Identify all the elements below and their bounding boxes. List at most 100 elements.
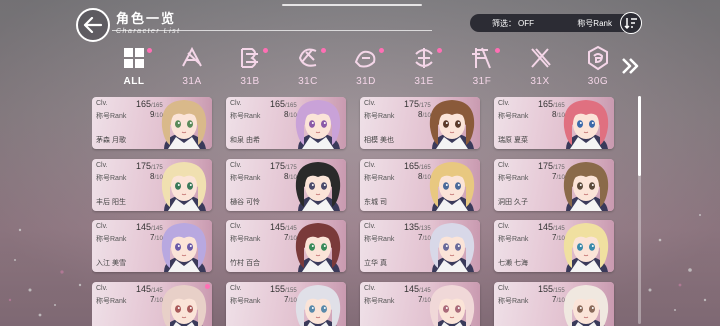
squad-31d-icon <box>352 44 380 72</box>
character-rank: 7/10 <box>150 295 163 304</box>
rank-label: 称号Rank <box>96 236 127 243</box>
character-card[interactable]: Clv. 155/155 称号Rank 7/10 <box>494 282 614 326</box>
clv-label: Clv. <box>230 223 242 230</box>
character-name: 七濑 七海 <box>498 260 528 267</box>
character-card[interactable]: Clv. 175/175 称号Rank 8/10 相模 美也 <box>360 97 480 149</box>
character-rank: 7/10 <box>418 295 431 304</box>
rank-label: 称号Rank <box>498 175 529 182</box>
tab-label: 31A <box>182 76 202 87</box>
character-rank: 8/10 <box>284 172 297 181</box>
squad-31f-icon <box>468 44 496 72</box>
tab-label: 31X <box>530 76 550 87</box>
character-rank: 8/10 <box>150 172 163 181</box>
clv-label: Clv. <box>498 162 510 169</box>
character-card[interactable]: Clv. 175/175 称号Rank 8/10 丰后 阳生 <box>92 159 212 211</box>
character-card[interactable]: Clv. 175/175 称号Rank 8/10 樋谷 可怜 <box>226 159 346 211</box>
clv-label: Clv. <box>498 100 510 107</box>
rank-label: 称号Rank <box>498 236 529 243</box>
tab-label: 31E <box>414 76 434 87</box>
tab-all[interactable]: ALL <box>112 44 156 92</box>
character-rank: 7/10 <box>418 233 431 242</box>
clv-label: Clv. <box>230 100 242 107</box>
character-rank: 7/10 <box>284 295 297 304</box>
tab-31c[interactable]: 31C <box>286 44 330 92</box>
character-rank: 8/10 <box>418 172 431 181</box>
character-card[interactable]: Clv. 145/145 称号Rank 7/10 竹村 百合 <box>226 220 346 272</box>
new-indicator-dot <box>437 48 442 53</box>
clv-label: Clv. <box>364 162 376 169</box>
squad-tabs: ALL 31A 31B 31C 31D 31E 31F 31X 30G <box>112 44 652 94</box>
sort-order-button[interactable] <box>620 12 642 34</box>
tab-31b[interactable]: 31B <box>228 44 272 92</box>
rank-label: 称号Rank <box>96 113 127 120</box>
character-card[interactable]: Clv. 145/145 称号Rank 7/10 <box>360 282 480 326</box>
tab-31d[interactable]: 31D <box>344 44 388 92</box>
character-name: 丰后 阳生 <box>96 199 126 206</box>
clv-label: Clv. <box>96 162 108 169</box>
squad-31a-icon <box>178 44 206 72</box>
character-rank: 7/10 <box>552 172 565 181</box>
character-name: 竹村 百合 <box>230 260 260 267</box>
tab-30g[interactable]: 30G <box>576 44 620 92</box>
character-card[interactable]: Clv. 165/165 称号Rank 9/10 茅森 月歌 <box>92 97 212 149</box>
double-chevron-right-icon <box>622 58 639 74</box>
clv-label: Clv. <box>364 285 376 292</box>
rank-label: 称号Rank <box>364 175 395 182</box>
new-indicator-dot <box>263 48 268 53</box>
rank-label: 称号Rank <box>230 175 261 182</box>
character-level: 145/145 <box>270 222 297 232</box>
character-card[interactable]: Clv. 165/165 称号Rank 8/10 东城 司 <box>360 159 480 211</box>
character-card[interactable]: Clv. 135/135 称号Rank 7/10 立华 真 <box>360 220 480 272</box>
squad-31x-icon <box>526 44 554 72</box>
tab-31a[interactable]: 31A <box>170 44 214 92</box>
new-indicator-dot <box>205 284 210 289</box>
character-level: 145/145 <box>136 222 163 232</box>
new-indicator-dot <box>147 48 152 53</box>
rank-label: 称号Rank <box>364 298 395 305</box>
sort-label[interactable]: 称号Rank <box>577 18 612 29</box>
page-title-cn: 角色一览 <box>116 11 177 26</box>
character-rank: 7/10 <box>552 295 565 304</box>
character-card[interactable]: Clv. 145/145 称号Rank 7/10 七濑 七海 <box>494 220 614 272</box>
new-indicator-dot <box>495 48 500 53</box>
character-level: 145/145 <box>538 222 565 232</box>
tab-label: 30G <box>587 76 609 87</box>
squad-31c-icon <box>294 44 322 72</box>
clv-label: Clv. <box>364 223 376 230</box>
character-level: 155/155 <box>270 284 297 294</box>
character-card[interactable]: Clv. 165/165 称号Rank 8/10 和泉 由希 <box>226 97 346 149</box>
tab-31e[interactable]: 31E <box>402 44 446 92</box>
character-name: 洞田 久子 <box>498 199 528 206</box>
character-name: 立华 真 <box>364 260 387 267</box>
character-level: 165/165 <box>538 99 565 109</box>
character-rank: 7/10 <box>284 233 297 242</box>
title-divider <box>112 30 432 31</box>
character-card[interactable]: Clv. 155/155 称号Rank 7/10 <box>226 282 346 326</box>
filter-value[interactable]: OFF <box>518 19 534 28</box>
tabs-more-button[interactable] <box>618 54 642 78</box>
filter-sort-bar[interactable]: 筛选： OFF 称号Rank <box>470 14 640 32</box>
tab-label: 31C <box>298 76 318 87</box>
character-name: 东城 司 <box>364 199 387 206</box>
tab-31x[interactable]: 31X <box>518 44 562 92</box>
character-card[interactable]: Clv. 145/145 称号Rank 7/10 <box>92 282 212 326</box>
clv-label: Clv. <box>96 100 108 107</box>
character-card[interactable]: Clv. 145/145 称号Rank 7/10 入江 美雪 <box>92 220 212 272</box>
back-button[interactable] <box>76 8 110 42</box>
rank-label: 称号Rank <box>498 298 529 305</box>
character-level: 145/145 <box>404 284 431 294</box>
rank-label: 称号Rank <box>364 113 395 120</box>
tab-31f[interactable]: 31F <box>460 44 504 92</box>
rank-label: 称号Rank <box>364 236 395 243</box>
scrollbar-thumb[interactable] <box>638 96 641 176</box>
squad-30g-icon <box>584 44 612 72</box>
character-card[interactable]: Clv. 175/175 称号Rank 7/10 洞田 久子 <box>494 159 614 211</box>
character-level: 175/175 <box>404 99 431 109</box>
character-card[interactable]: Clv. 165/165 称号Rank 8/10 瑞原 夏菜 <box>494 97 614 149</box>
character-level: 165/165 <box>404 161 431 171</box>
clv-label: Clv. <box>230 162 242 169</box>
character-level: 145/145 <box>136 284 163 294</box>
character-rank: 7/10 <box>552 233 565 242</box>
character-name: 瑞原 夏菜 <box>498 137 528 144</box>
rank-label: 称号Rank <box>230 236 261 243</box>
